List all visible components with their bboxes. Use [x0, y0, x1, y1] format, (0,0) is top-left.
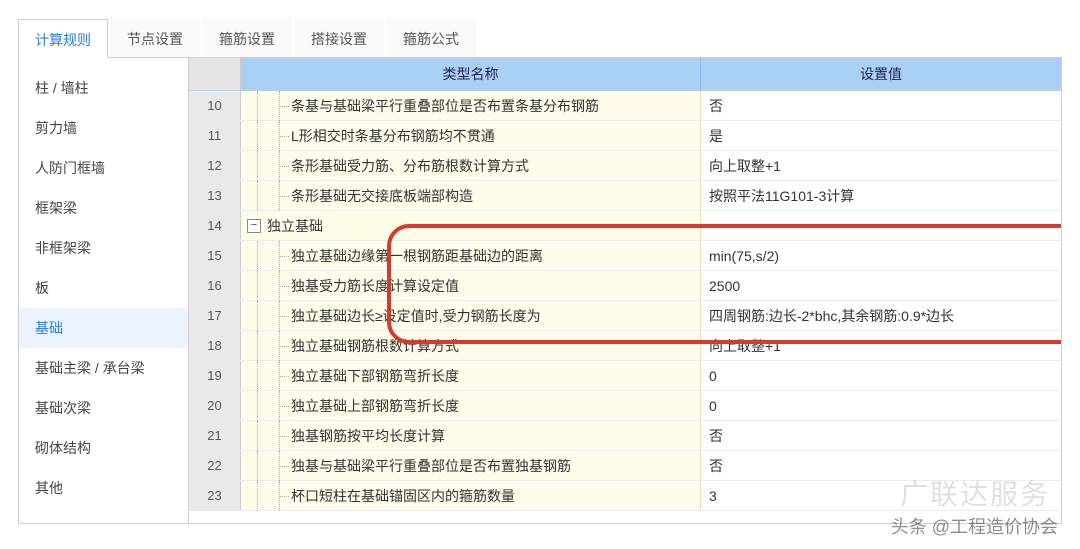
cell-value[interactable]: 0	[701, 391, 1061, 420]
row-number: 19	[189, 361, 241, 390]
sidebar-item-slab[interactable]: 板	[19, 268, 188, 308]
cell-value[interactable]: 向上取整+1	[701, 151, 1061, 180]
tab-stirrup-settings[interactable]: 箍筋设置	[202, 18, 292, 57]
row-name-text: 条基与基础梁平行重叠部位是否布置条基分布钢筋	[291, 96, 599, 116]
cell-name: 条形基础受力筋、分布筋根数计算方式	[241, 151, 701, 180]
top-tabs: 计算规则 节点设置 箍筋设置 搭接设置 箍筋公式	[18, 18, 1062, 58]
header-type-name: 类型名称	[241, 58, 701, 90]
row-number: 11	[189, 121, 241, 150]
row-name-text: 独立基础边长≥设定值时,受力钢筋长度为	[291, 306, 541, 326]
collapse-icon[interactable]: −	[247, 219, 261, 233]
sidebar-item-foundation-main-beam[interactable]: 基础主梁 / 承台梁	[19, 348, 188, 388]
grid-row[interactable]: 10 条基与基础梁平行重叠部位是否布置条基分布钢筋 否	[189, 91, 1061, 121]
content-area: 柱 / 墙柱 剪力墙 人防门框墙 框架梁 非框架梁 板 基础 基础主梁 / 承台…	[18, 58, 1062, 524]
sidebar-item-other[interactable]: 其他	[19, 468, 188, 508]
header-value: 设置值	[701, 58, 1061, 90]
grid-row[interactable]: 19 独立基础下部钢筋弯折长度 0	[189, 361, 1061, 391]
cell-value[interactable]: 0	[701, 361, 1061, 390]
sidebar-item-shearwall[interactable]: 剪力墙	[19, 108, 188, 148]
row-name-text: 条形基础无交接底板端部构造	[291, 186, 473, 206]
row-number: 22	[189, 451, 241, 480]
cell-name: 独立基础钢筋根数计算方式	[241, 331, 701, 360]
row-number: 15	[189, 241, 241, 270]
grid-row[interactable]: 11 L形相交时条基分布钢筋均不贯通 是	[189, 121, 1061, 151]
cell-name: 独基与基础梁平行重叠部位是否布置独基钢筋	[241, 451, 701, 480]
sidebar-item-nonframe-beam[interactable]: 非框架梁	[19, 228, 188, 268]
sidebar-item-foundation-secondary-beam[interactable]: 基础次梁	[19, 388, 188, 428]
grid-row[interactable]: 20 独立基础上部钢筋弯折长度 0	[189, 391, 1061, 421]
sidebar-item-foundation[interactable]: 基础	[19, 308, 188, 348]
row-name-text: L形相交时条基分布钢筋均不贯通	[291, 126, 495, 146]
cell-value[interactable]: 否	[701, 91, 1061, 120]
cell-value[interactable]: 是	[701, 121, 1061, 150]
row-number: 12	[189, 151, 241, 180]
grid-row[interactable]: 18 独立基础钢筋根数计算方式 向上取整+1	[189, 331, 1061, 361]
row-number: 10	[189, 91, 241, 120]
row-number: 21	[189, 421, 241, 450]
sidebar-item-column[interactable]: 柱 / 墙柱	[19, 68, 188, 108]
row-number: 18	[189, 331, 241, 360]
cell-value[interactable]: 按照平法11G101-3计算	[701, 181, 1061, 210]
cell-name: − 独立基础	[241, 211, 701, 240]
cell-value[interactable]: min(75,s/2)	[701, 241, 1061, 270]
cell-name: 独立基础上部钢筋弯折长度	[241, 391, 701, 420]
sidebar-item-frame-beam[interactable]: 框架梁	[19, 188, 188, 228]
tab-calc-rules[interactable]: 计算规则	[18, 19, 108, 58]
grid-row-group[interactable]: 14 − 独立基础	[189, 211, 1061, 241]
app-window: 计算规则 节点设置 箍筋设置 搭接设置 箍筋公式 柱 / 墙柱 剪力墙 人防门框…	[0, 0, 1080, 549]
grid-row[interactable]: 22 独基与基础梁平行重叠部位是否布置独基钢筋 否	[189, 451, 1061, 481]
cell-name: 独立基础下部钢筋弯折长度	[241, 361, 701, 390]
grid-row[interactable]: 12 条形基础受力筋、分布筋根数计算方式 向上取整+1	[189, 151, 1061, 181]
row-name-text: 独立基础上部钢筋弯折长度	[291, 396, 459, 416]
cell-name: 杯口短柱在基础锚固区内的箍筋数量	[241, 481, 701, 510]
row-name-text: 杯口短柱在基础锚固区内的箍筋数量	[291, 486, 515, 506]
row-number: 14	[189, 211, 241, 240]
cell-value[interactable]: 四周钢筋:边长-2*bhc,其余钢筋:0.9*边长	[701, 301, 1061, 330]
row-number: 20	[189, 391, 241, 420]
grid-row[interactable]: 23 杯口短柱在基础锚固区内的箍筋数量 3	[189, 481, 1061, 511]
grid-row[interactable]: 16 独基受力筋长度计算设定值 2500	[189, 271, 1061, 301]
grid-row[interactable]: 15 独立基础边缘第一根钢筋距基础边的距离 min(75,s/2)	[189, 241, 1061, 271]
grid-row[interactable]: 17 独立基础边长≥设定值时,受力钢筋长度为 四周钢筋:边长-2*bhc,其余钢…	[189, 301, 1061, 331]
cell-value[interactable]: 3	[701, 481, 1061, 510]
row-number: 13	[189, 181, 241, 210]
cell-name: 独基受力筋长度计算设定值	[241, 271, 701, 300]
row-name-text: 独立基础边缘第一根钢筋距基础边的距离	[291, 246, 543, 266]
grid-row[interactable]: 21 独基钢筋按平均长度计算 否	[189, 421, 1061, 451]
grid-header: 类型名称 设置值	[189, 58, 1061, 91]
cell-name: 独立基础边缘第一根钢筋距基础边的距离	[241, 241, 701, 270]
cell-value[interactable]: 2500	[701, 271, 1061, 300]
settings-grid: 类型名称 设置值 10 条基与基础梁平行重叠部位是否布置条基分布钢筋 否 11 …	[189, 58, 1061, 523]
sidebar-item-defense-frame[interactable]: 人防门框墙	[19, 148, 188, 188]
row-name-text: 独立基础	[267, 216, 323, 236]
cell-value[interactable]: 向上取整+1	[701, 331, 1061, 360]
cell-value[interactable]: 否	[701, 451, 1061, 480]
tab-node-settings[interactable]: 节点设置	[110, 18, 200, 57]
cell-value[interactable]: 否	[701, 421, 1061, 450]
row-name-text: 独基受力筋长度计算设定值	[291, 276, 459, 296]
row-name-text: 独基与基础梁平行重叠部位是否布置独基钢筋	[291, 456, 571, 476]
cell-name: L形相交时条基分布钢筋均不贯通	[241, 121, 701, 150]
row-name-text: 独立基础钢筋根数计算方式	[291, 336, 459, 356]
cell-name: 独立基础边长≥设定值时,受力钢筋长度为	[241, 301, 701, 330]
row-number: 16	[189, 271, 241, 300]
tab-stirrup-formula[interactable]: 箍筋公式	[386, 18, 476, 57]
cell-value	[701, 211, 1061, 240]
header-rowno	[189, 58, 241, 90]
cell-name: 独基钢筋按平均长度计算	[241, 421, 701, 450]
sidebar: 柱 / 墙柱 剪力墙 人防门框墙 框架梁 非框架梁 板 基础 基础主梁 / 承台…	[19, 58, 189, 523]
cell-name: 条基与基础梁平行重叠部位是否布置条基分布钢筋	[241, 91, 701, 120]
grid-row[interactable]: 13 条形基础无交接底板端部构造 按照平法11G101-3计算	[189, 181, 1061, 211]
row-name-text: 独基钢筋按平均长度计算	[291, 426, 445, 446]
row-name-text: 条形基础受力筋、分布筋根数计算方式	[291, 156, 529, 176]
row-number: 17	[189, 301, 241, 330]
sidebar-item-masonry[interactable]: 砌体结构	[19, 428, 188, 468]
row-name-text: 独立基础下部钢筋弯折长度	[291, 366, 459, 386]
tab-lap-settings[interactable]: 搭接设置	[294, 18, 384, 57]
cell-name: 条形基础无交接底板端部构造	[241, 181, 701, 210]
row-number: 23	[189, 481, 241, 510]
